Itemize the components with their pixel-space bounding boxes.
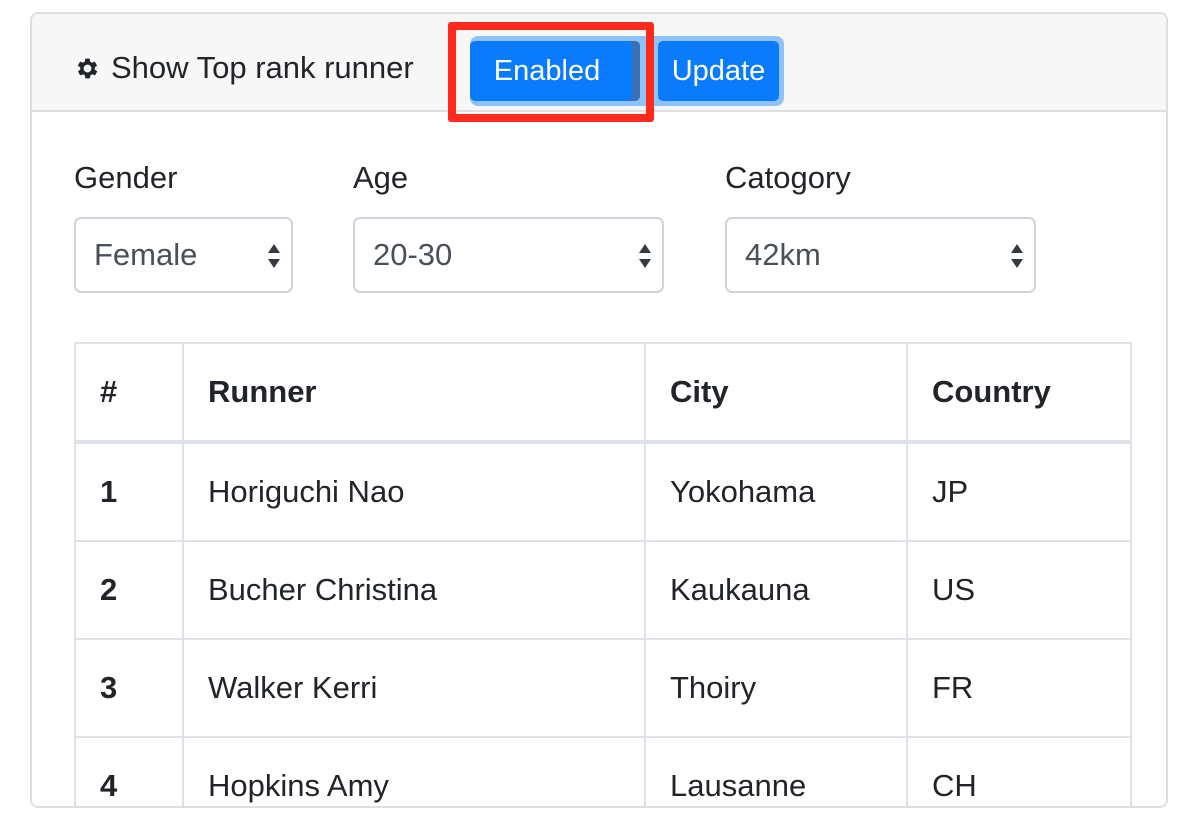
category-select-value: 42km [745, 237, 821, 272]
table-row: 3 Walker Kerri Thoiry FR [74, 638, 1132, 738]
age-label: Age [353, 160, 409, 195]
city-cell: Thoiry [644, 638, 908, 738]
country-cell: FR [906, 638, 1132, 738]
runner-card: Show Top rank runner Enabled Update Gend… [30, 12, 1168, 808]
city-cell: Kaukauna [644, 540, 908, 640]
gear-icon [77, 58, 98, 78]
enabled-toggle-button[interactable]: Enabled [470, 41, 640, 101]
column-header-rank: # [74, 342, 184, 444]
column-header-city: City [644, 342, 908, 444]
table-row: 1 Horiguchi Nao Yokohama JP [74, 441, 1132, 542]
table-row: 4 Hopkins Amy Lausanne CH [74, 736, 1132, 806]
rank-cell: 4 [74, 736, 184, 806]
table-header-row: # Runner City Country [74, 342, 1132, 444]
header-title-text: Show Top rank runner [111, 50, 414, 85]
gender-label: Gender [74, 160, 178, 195]
age-select-value: 20-30 [373, 237, 453, 272]
gender-select-value: Female [94, 237, 198, 272]
category-select[interactable]: 42km [725, 217, 1036, 293]
runner-table-wrap: # Runner City Country 1 Horiguchi Nao Yo… [74, 342, 1132, 806]
runner-cell: Bucher Christina [182, 540, 646, 640]
update-button[interactable]: Update [658, 41, 779, 101]
gender-select[interactable]: Female [74, 217, 293, 293]
select-arrows-icon [268, 244, 280, 268]
runner-cell: Hopkins Amy [182, 736, 646, 806]
city-cell: Lausanne [644, 736, 908, 806]
country-cell: JP [906, 441, 1132, 542]
column-header-runner: Runner [182, 342, 646, 444]
age-select[interactable]: 20-30 [353, 217, 664, 293]
rank-cell: 3 [74, 638, 184, 738]
card-header: Show Top rank runner Enabled Update [32, 14, 1166, 122]
country-cell: US [906, 540, 1132, 640]
table-row: 2 Bucher Christina Kaukauna US [74, 540, 1132, 640]
runner-cell: Walker Kerri [182, 638, 646, 738]
column-header-country: Country [906, 342, 1132, 444]
rank-cell: 1 [74, 441, 184, 542]
select-arrows-icon [1011, 244, 1023, 268]
runner-cell: Horiguchi Nao [182, 441, 646, 542]
category-label: Catogory [725, 160, 851, 195]
runner-table: # Runner City Country 1 Horiguchi Nao Yo… [74, 342, 1132, 806]
toggle-button-group: Enabled Update [470, 36, 784, 106]
city-cell: Yokohama [644, 441, 908, 542]
header-title: Show Top rank runner [74, 50, 414, 86]
select-arrows-icon [639, 244, 651, 268]
country-cell: CH [906, 736, 1132, 806]
rank-cell: 2 [74, 540, 184, 640]
